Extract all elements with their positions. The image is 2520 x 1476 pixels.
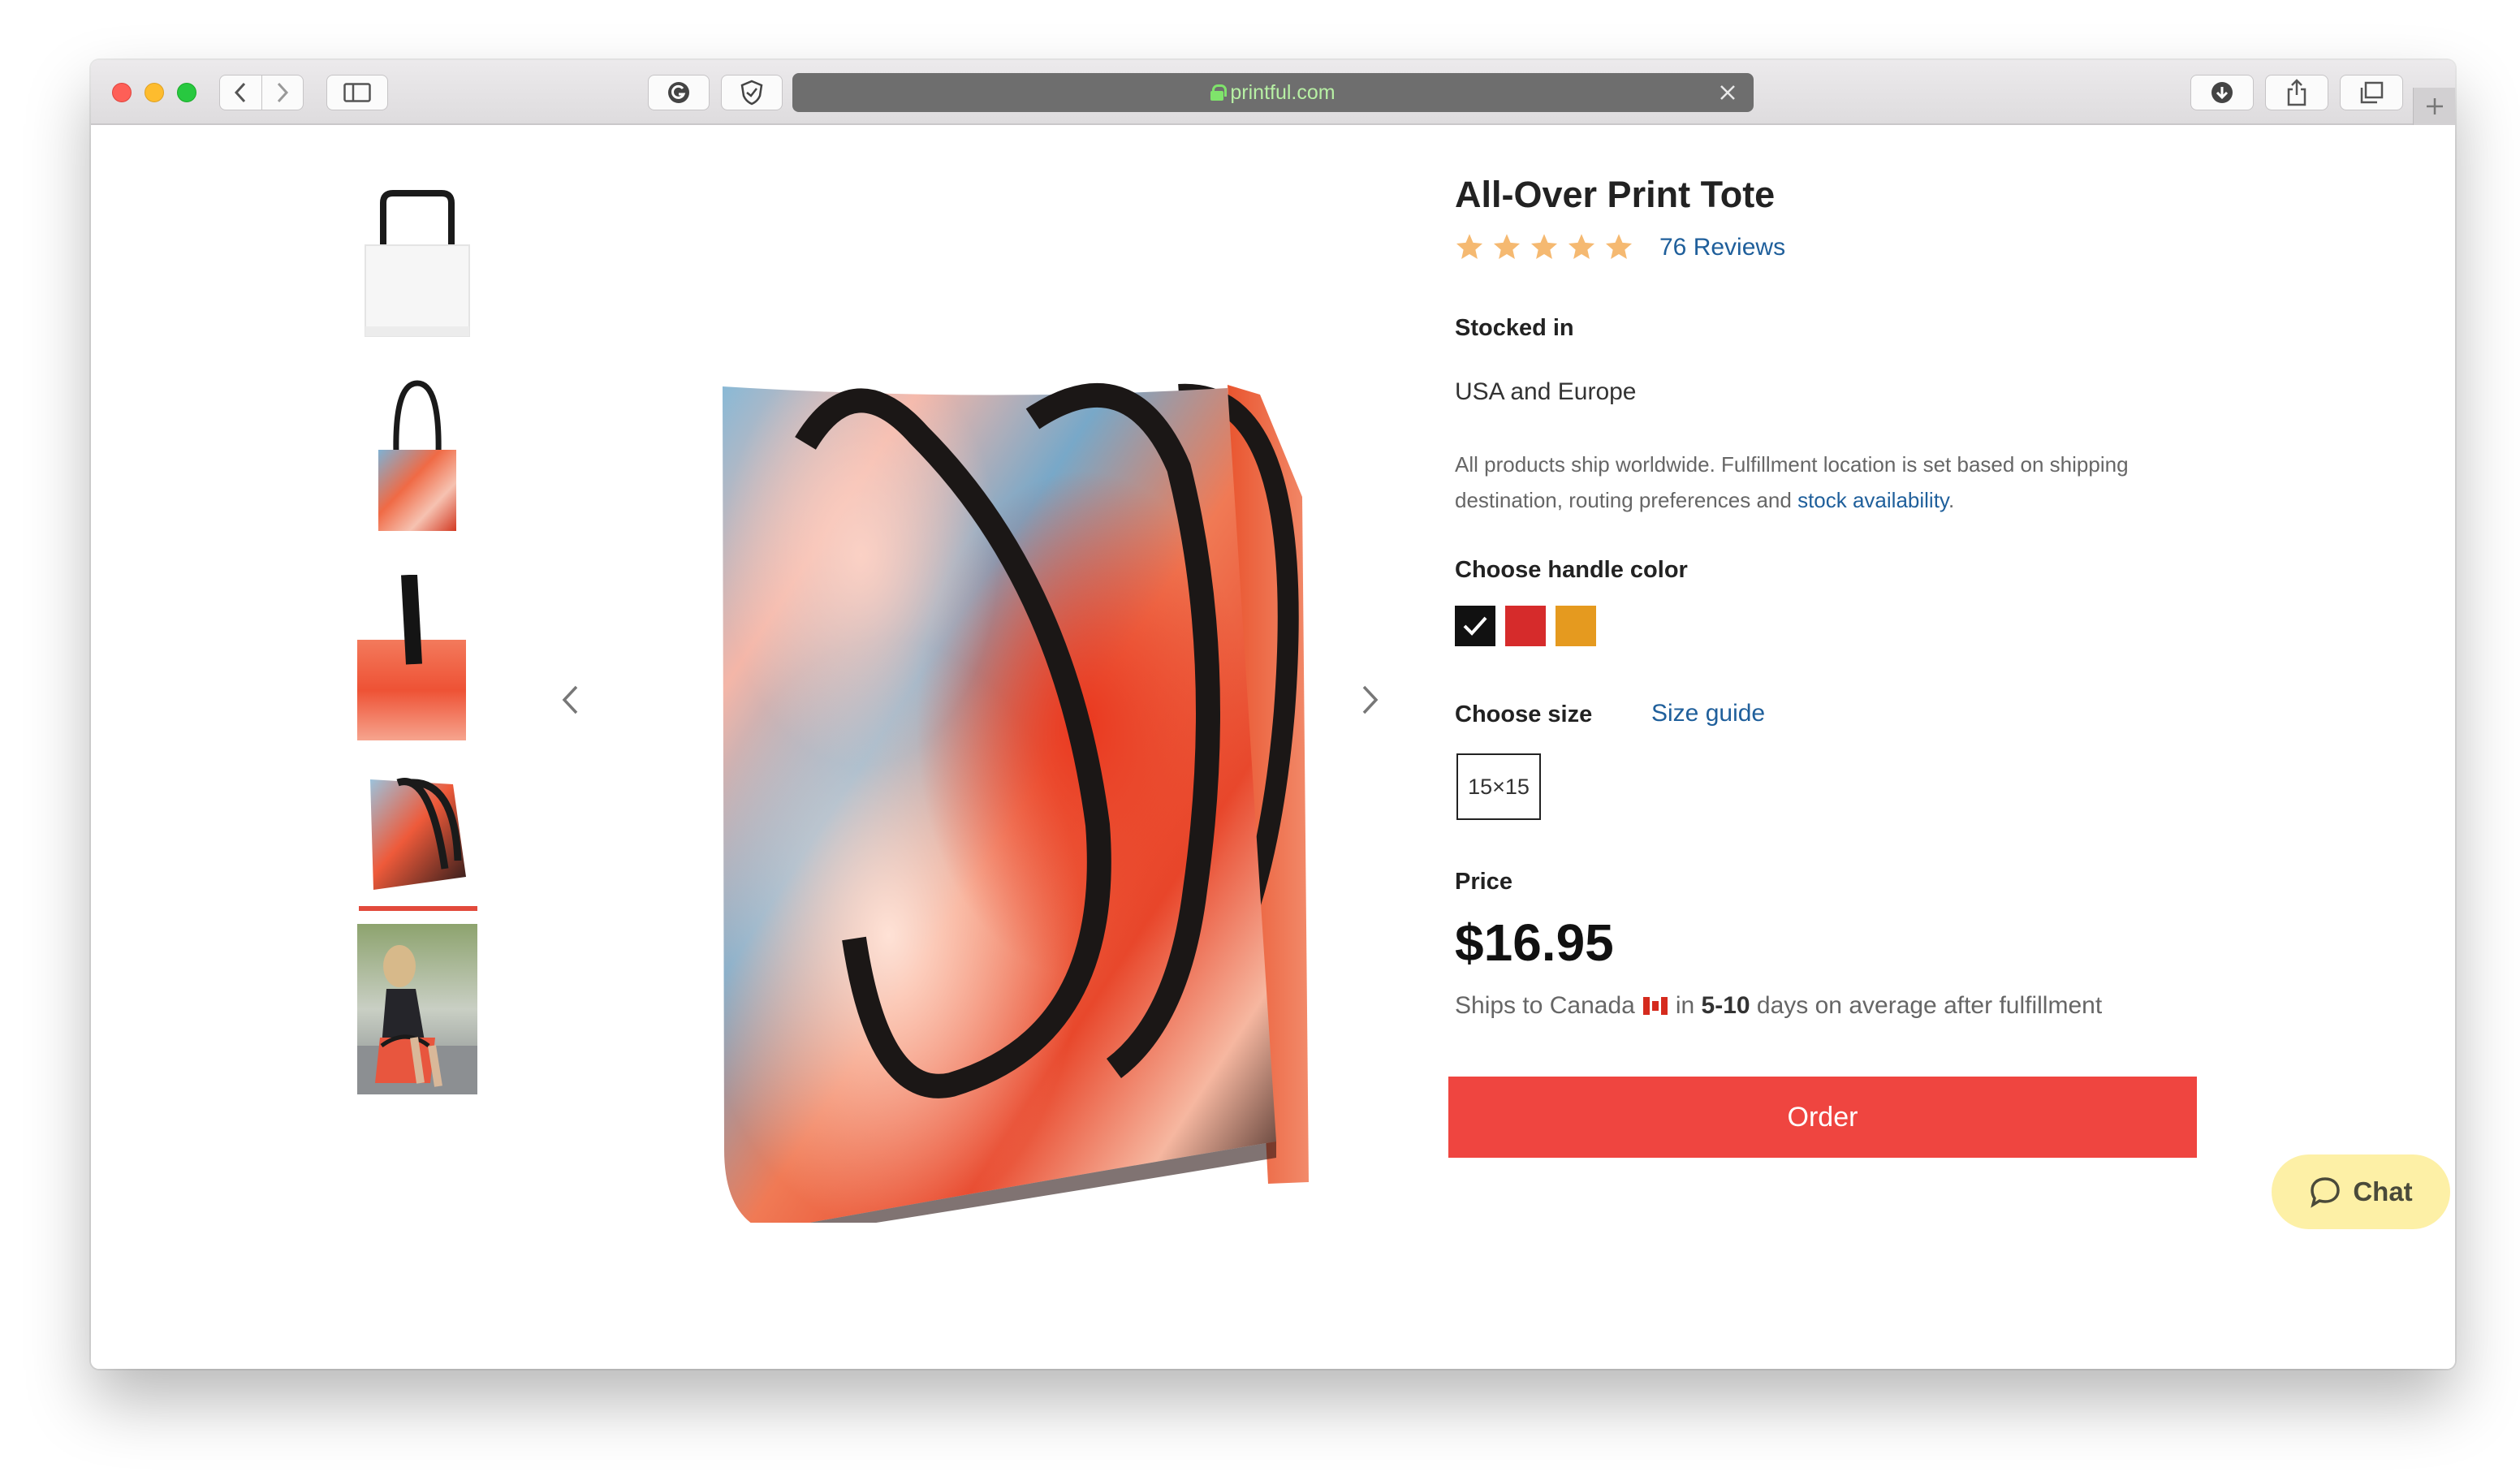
- download-icon: [2211, 82, 2233, 103]
- new-tab-button[interactable]: [2413, 88, 2455, 125]
- chat-bubble-icon: [2311, 1177, 2341, 1208]
- grammarly-icon: [668, 82, 689, 103]
- sidebar-icon: [343, 83, 371, 102]
- handle-color-swatches: [1455, 606, 1596, 646]
- chat-button[interactable]: Chat: [2272, 1154, 2450, 1229]
- thumbnail-white-tote[interactable]: [357, 188, 477, 343]
- shipping-note-end: .: [1948, 488, 1955, 512]
- history-nav: [219, 75, 304, 110]
- thumbnail-cloud-tote-angle[interactable]: [357, 771, 477, 893]
- url-text: printful.com: [1230, 80, 1336, 104]
- rating-stars: [1455, 232, 1633, 261]
- size-label: Choose size: [1455, 701, 1593, 727]
- order-button[interactable]: Order: [1448, 1077, 2197, 1158]
- next-image-button[interactable]: [1354, 675, 1387, 724]
- share-button[interactable]: [2265, 75, 2328, 110]
- product-main-image: [611, 370, 1341, 1239]
- chat-label: Chat: [2353, 1176, 2413, 1206]
- forward-button[interactable]: [261, 76, 303, 110]
- size-option[interactable]: 15×15: [1456, 753, 1541, 820]
- browser-window: printful.com All-Over Print Tote 76 Revi…: [91, 60, 2455, 1369]
- thumbnail-cloud-tote-detail[interactable]: [357, 575, 477, 745]
- price-value: $16.95: [1455, 913, 1614, 972]
- tabs-overview-icon: [2360, 81, 2384, 104]
- canada-flag-icon: [1642, 997, 1668, 1015]
- zoom-window-button[interactable]: [177, 83, 196, 102]
- close-window-button[interactable]: [112, 83, 132, 102]
- star-icon: [1568, 234, 1595, 259]
- browser-toolbar: printful.com: [91, 60, 2455, 125]
- chevron-left-icon: [235, 82, 246, 103]
- swatch-black[interactable]: [1455, 606, 1495, 646]
- shipping-note-text: All products ship worldwide. Fulfillment…: [1455, 452, 2129, 512]
- shipping-estimate: Ships to Canada in 5-10 days on average …: [1455, 992, 2102, 1020]
- star-icon: [1605, 234, 1633, 259]
- minimize-window-button[interactable]: [145, 83, 164, 102]
- active-thumbnail-indicator: [359, 906, 477, 911]
- ships-days: 5-10: [1701, 992, 1750, 1019]
- shield-icon: [740, 80, 763, 106]
- reviews-link[interactable]: 76 Reviews: [1659, 234, 1785, 261]
- stock-availability-link[interactable]: stock availability: [1797, 488, 1948, 512]
- page-content: All-Over Print Tote 76 Reviews Stocked i…: [91, 127, 2455, 1369]
- price-label: Price: [1455, 869, 1512, 895]
- ships-prefix: Ships to Canada: [1455, 992, 1635, 1019]
- downloads-button[interactable]: [2190, 75, 2254, 110]
- swatch-red[interactable]: [1505, 606, 1546, 646]
- lock-icon: [1210, 84, 1228, 101]
- star-icon: [1456, 234, 1483, 259]
- share-icon: [2287, 79, 2306, 106]
- previous-image-button[interactable]: [554, 675, 586, 724]
- swatch-yellow[interactable]: [1556, 606, 1596, 646]
- stocked-in-value: USA and Europe: [1455, 378, 1637, 405]
- ships-suffix: days on average after fulfillment: [1756, 992, 2103, 1019]
- back-button[interactable]: [220, 76, 261, 110]
- size-guide-link[interactable]: Size guide: [1651, 700, 1765, 727]
- checkmark-icon: [1463, 616, 1487, 636]
- thumbnail-cloud-tote-front[interactable]: [357, 377, 477, 536]
- close-icon[interactable]: [1715, 80, 1741, 106]
- thumbnail-model-with-tote[interactable]: [357, 924, 477, 1094]
- privacy-extension-button[interactable]: [721, 75, 783, 110]
- product-title: All-Over Print Tote: [1455, 174, 1776, 215]
- chevron-left-icon: [562, 685, 578, 714]
- star-icon: [1530, 234, 1558, 259]
- shipping-note: All products ship worldwide. Fulfillment…: [1455, 447, 2234, 518]
- address-bar[interactable]: printful.com: [792, 73, 1754, 112]
- tab-overview-button[interactable]: [2340, 75, 2403, 110]
- chevron-right-icon: [1362, 685, 1379, 714]
- stocked-in-label: Stocked in: [1455, 315, 1574, 341]
- ships-in: in: [1675, 992, 1695, 1019]
- chevron-right-icon: [277, 82, 289, 103]
- plus-icon: [2426, 98, 2443, 114]
- star-icon: [1493, 234, 1521, 259]
- grammarly-extension-button[interactable]: [648, 75, 710, 110]
- sidebar-button[interactable]: [326, 75, 388, 110]
- handle-color-label: Choose handle color: [1455, 557, 1688, 583]
